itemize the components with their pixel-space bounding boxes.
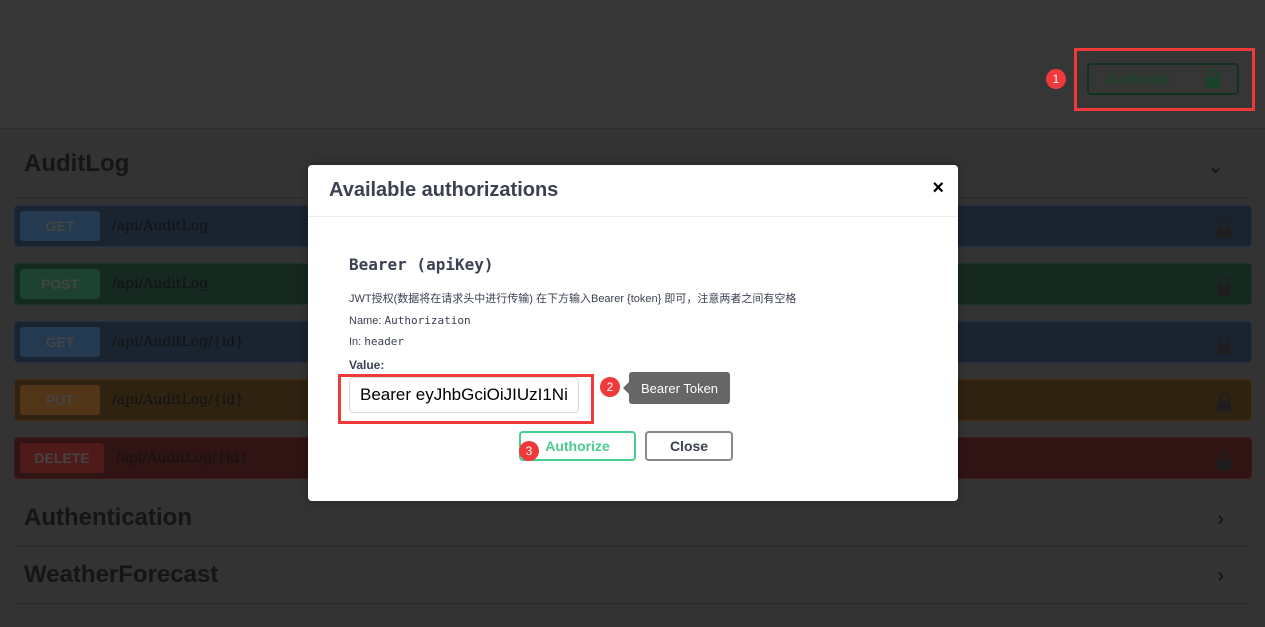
modal-close-button[interactable]: Close bbox=[645, 431, 733, 461]
step-marker-2: 2 bbox=[600, 377, 620, 397]
tooltip: Bearer Token bbox=[623, 372, 730, 404]
scheme-title: Bearer (apiKey) bbox=[349, 255, 494, 274]
in-row: In: header bbox=[349, 335, 796, 348]
name-row: Name: Authorization bbox=[349, 314, 796, 327]
name-label: Name: bbox=[349, 315, 382, 327]
authorize-label: Authorize bbox=[1105, 71, 1171, 87]
method-badge: POST bbox=[20, 269, 100, 299]
chevron-right-icon[interactable]: › bbox=[1217, 508, 1224, 531]
auth-scheme: Bearer (apiKey) JWT授权(数据将在请求头中进行传输) 在下方输… bbox=[349, 255, 796, 372]
operation-path: /api/AuditLog bbox=[112, 218, 209, 234]
lock-icon[interactable] bbox=[1217, 335, 1231, 354]
close-label: Close bbox=[669, 438, 709, 454]
step-marker-3: 3 bbox=[519, 441, 539, 461]
step-marker-1: 1 bbox=[1046, 69, 1066, 89]
modal-title: Available authorizations bbox=[329, 179, 559, 201]
operation-path: /api/AuditLog/{id} bbox=[112, 334, 245, 350]
authorize-button[interactable]: Authorize bbox=[1087, 63, 1239, 95]
lock-icon[interactable] bbox=[1217, 451, 1231, 470]
section-weatherforecast[interactable]: WeatherForecast › bbox=[14, 561, 1252, 604]
method-badge: DELETE bbox=[20, 443, 104, 473]
lock-icon[interactable] bbox=[1217, 393, 1231, 412]
section-authentication[interactable]: Authentication › bbox=[14, 504, 1252, 547]
lock-icon[interactable] bbox=[1217, 277, 1231, 296]
authorizations-modal: Available authorizations × Bearer (apiKe… bbox=[308, 165, 958, 501]
section-title: Authentication bbox=[24, 504, 192, 531]
chevron-right-icon[interactable]: › bbox=[1217, 565, 1224, 588]
method-badge: GET bbox=[20, 327, 100, 357]
lock-icon bbox=[1206, 68, 1221, 88]
section-title: WeatherForecast bbox=[24, 561, 219, 588]
operation-path: /api/AuditLog bbox=[112, 276, 209, 292]
operation-path: /api/AuditLog/{id} bbox=[116, 450, 249, 466]
scheme-description: JWT授权(数据将在请求头中进行传输) 在下方输入Bearer {token} … bbox=[349, 293, 797, 305]
method-badge: PUT bbox=[20, 385, 100, 415]
in-label: In: bbox=[349, 336, 362, 348]
in-value: header bbox=[364, 335, 405, 348]
chevron-down-icon[interactable]: ⌄ bbox=[1207, 154, 1224, 179]
method-badge: GET bbox=[20, 211, 100, 241]
lock-icon[interactable] bbox=[1217, 219, 1231, 238]
authorize-label: Authorize bbox=[545, 438, 610, 454]
top-bar: Authorize bbox=[0, 0, 1265, 129]
modal-header: Available authorizations × bbox=[308, 165, 958, 217]
operation-path: /api/AuditLog/{id} bbox=[112, 392, 245, 408]
close-icon[interactable]: × bbox=[932, 177, 944, 200]
name-value: Authorization bbox=[384, 314, 471, 327]
value-label: Value: bbox=[349, 358, 385, 372]
value-input[interactable] bbox=[349, 377, 579, 413]
